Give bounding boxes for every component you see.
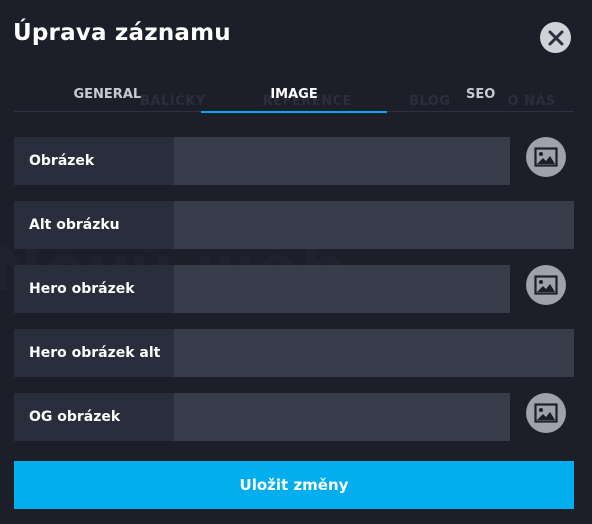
image-icon [534,147,558,167]
image-alt-input[interactable] [174,201,574,249]
field-row-hero-image-alt: Hero obrázek alt [14,329,574,377]
image-icon [534,275,558,295]
field-label: Hero obrázek [14,265,174,313]
hero-image-picker-button[interactable] [526,265,566,305]
field-row-og-image: OG obrázek [14,393,510,441]
field-row-image: Obrázek [14,137,510,185]
close-button[interactable] [540,22,571,53]
tab-bar: GENERAL IMAGE SEO [14,78,574,113]
field-label: Hero obrázek alt [14,329,174,377]
edit-record-modal: Úprava záznamu GENERAL IMAGE SEO Obrázek… [0,0,592,524]
field-row-hero-image: Hero obrázek [14,265,510,313]
field-label: OG obrázek [14,393,174,441]
hero-image-alt-input[interactable] [174,329,574,377]
tab-image[interactable]: IMAGE [200,78,388,113]
close-icon [548,30,563,45]
image-icon [534,403,558,423]
save-changes-button[interactable]: Uložit změny [14,461,574,509]
image-input[interactable] [174,137,510,185]
og-image-input[interactable] [174,393,510,441]
field-row-image-alt: Alt obrázku [14,201,574,249]
image-picker-button[interactable] [526,137,566,177]
field-label: Alt obrázku [14,201,174,249]
field-label: Obrázek [14,137,174,185]
tab-seo[interactable]: SEO [387,78,574,112]
tab-general[interactable]: GENERAL [14,78,201,112]
modal-title: Úprava záznamu [13,20,231,46]
og-image-picker-button[interactable] [526,393,566,433]
hero-image-input[interactable] [174,265,510,313]
